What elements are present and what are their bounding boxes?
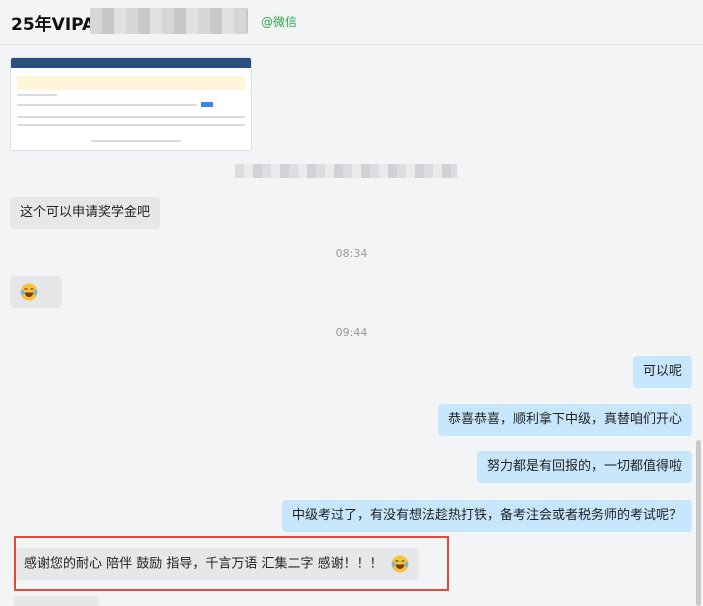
timestamp: 09:44 bbox=[335, 326, 368, 339]
red-highlight-box bbox=[14, 536, 449, 591]
message-bubble-left[interactable] bbox=[10, 276, 62, 308]
thumbnail-line bbox=[17, 94, 57, 96]
message-bubble-right[interactable]: 努力都是有回报的，一切都值得啦 bbox=[476, 451, 692, 483]
scrollbar-thumb[interactable] bbox=[696, 440, 701, 606]
image-message-thumbnail[interactable] bbox=[10, 57, 252, 151]
thumbnail-notice bbox=[17, 76, 245, 90]
chat-title: 25年VIPA bbox=[11, 15, 96, 35]
message-bubble-left[interactable] bbox=[14, 596, 99, 606]
message-text: 努力都是有回报的，一切都值得啦 bbox=[486, 459, 682, 474]
timestamp: 08:34 bbox=[335, 247, 368, 260]
message-bubble-right[interactable]: 可以呢 bbox=[632, 356, 692, 388]
redacted-name bbox=[90, 8, 248, 34]
thumbnail-line bbox=[17, 124, 245, 126]
message-bubble-right[interactable]: 中级考过了，有没有想法趁热打铁，备考注会或者税务师的考试呢？ bbox=[281, 500, 692, 532]
thumbnail-header-bar bbox=[11, 58, 251, 68]
message-bubble-right[interactable]: 恭喜恭喜，顺利拿下中级，真替咱们开心 bbox=[437, 404, 692, 436]
chat-header: 25年VIPA @微信 bbox=[0, 0, 703, 45]
thumbnail-line bbox=[17, 104, 197, 106]
chat-message-list[interactable]: 这个可以申请奖学金吧 08:34 09:44 可以呢 恭喜恭喜，顺利拿下中级，真… bbox=[0, 45, 703, 606]
thumbnail-line bbox=[91, 140, 181, 142]
wechat-source-tag[interactable]: @微信 bbox=[261, 13, 297, 30]
message-text: 这个可以申请奖学金吧 bbox=[20, 205, 151, 220]
message-text: 恭喜恭喜，顺利拿下中级，真替咱们开心 bbox=[447, 412, 682, 427]
message-text: 可以呢 bbox=[642, 364, 682, 379]
thumbnail-line bbox=[17, 116, 245, 118]
message-bubble-left[interactable]: 这个可以申请奖学金吧 bbox=[10, 197, 161, 229]
thumbnail-button bbox=[201, 102, 213, 107]
message-text: 中级考过了，有没有想法趁热打铁，备考注会或者税务师的考试呢？ bbox=[291, 508, 682, 523]
laughing-tears-emoji-icon bbox=[20, 283, 38, 301]
redacted-system-message bbox=[235, 164, 457, 178]
